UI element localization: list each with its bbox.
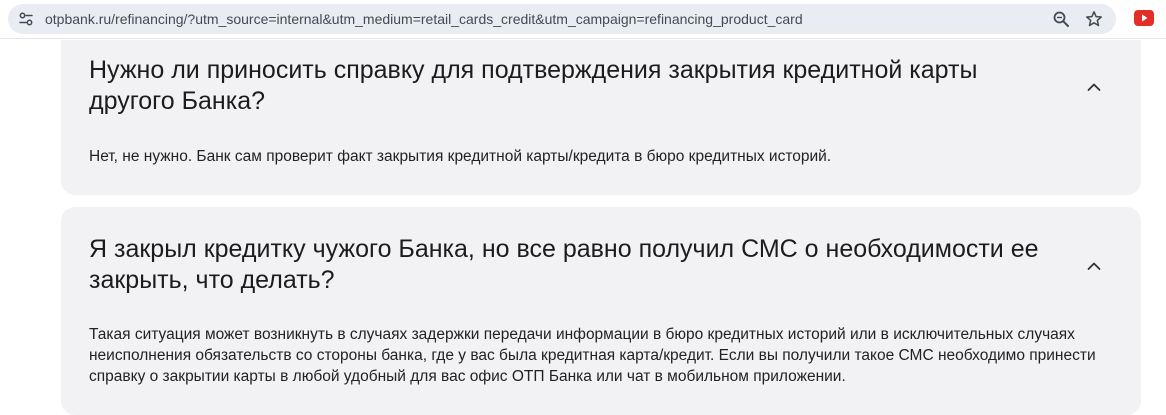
faq-answer: Такая ситуация может возникнуть в случая… (89, 326, 1096, 385)
browser-toolbar: otpbank.ru/refinancing/?utm_source=inter… (0, 0, 1166, 39)
address-bar[interactable]: otpbank.ru/refinancing/?utm_source=inter… (8, 4, 1116, 34)
chevron-up-icon[interactable] (1085, 78, 1103, 96)
faq-item[interactable]: Нужно ли приносить справку для подтвержд… (61, 40, 1141, 195)
zoom-icon[interactable] (1052, 10, 1070, 28)
url-text[interactable]: otpbank.ru/refinancing/?utm_source=inter… (45, 11, 803, 27)
chevron-up-icon[interactable] (1085, 257, 1103, 275)
faq-answer: Нет, не нужно. Банк сам проверит факт за… (89, 148, 832, 165)
site-info-icon[interactable] (18, 11, 34, 27)
star-icon[interactable] (1085, 10, 1103, 28)
faq-question[interactable]: Я закрыл кредитку чужого Банка, но все р… (89, 234, 1049, 296)
faq-item[interactable]: Я закрыл кредитку чужого Банка, но все р… (61, 207, 1141, 415)
youtube-extension-icon[interactable] (1134, 10, 1154, 26)
faq-question[interactable]: Нужно ли приносить справку для подтвержд… (89, 55, 1049, 117)
